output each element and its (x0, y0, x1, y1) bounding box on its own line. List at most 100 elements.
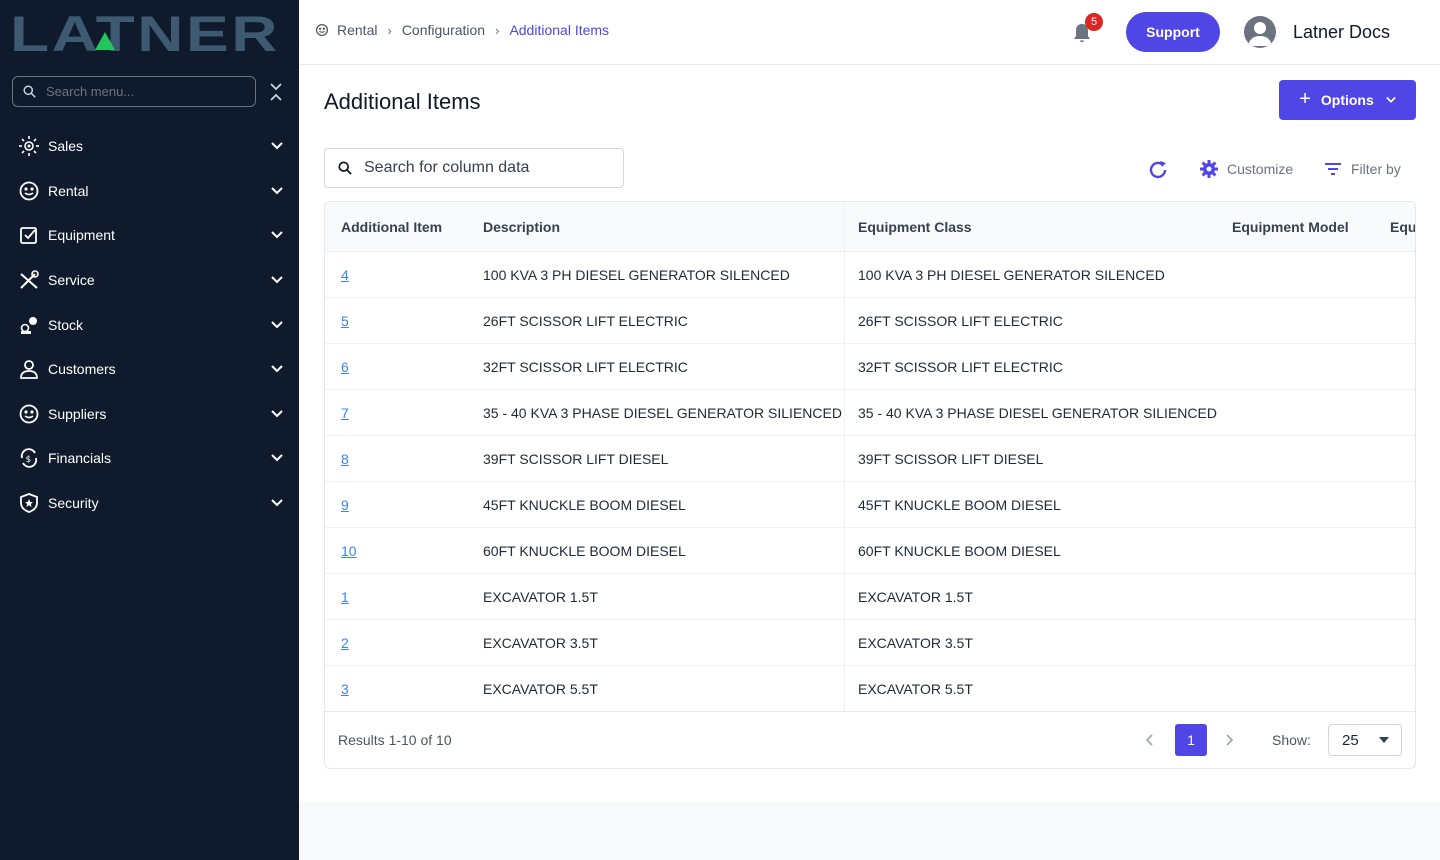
additional-item-link[interactable]: 3 (341, 681, 349, 697)
additional-item-link[interactable]: 7 (341, 405, 349, 421)
equipment-class-cell: 26FT SCISSOR LIFT ELECTRIC (858, 313, 1063, 329)
sidebar-item-financials[interactable]: $ Financials (0, 436, 299, 481)
chevron-right-icon[interactable] (1222, 733, 1236, 747)
options-button[interactable]: + Options (1279, 80, 1416, 120)
equipment-class-cell: 100 KVA 3 PH DIESEL GENERATOR SILENCED (858, 267, 1165, 283)
sidebar-item-label: Service (48, 272, 95, 289)
sidebar-item-stock[interactable]: Stock (0, 302, 299, 347)
additional-item-link[interactable]: 5 (341, 313, 349, 329)
equipment-class-cell: 45FT KNUCKLE BOOM DIESEL (858, 497, 1061, 513)
avatar[interactable] (1244, 16, 1276, 48)
sidebar-item-suppliers[interactable]: Suppliers (0, 392, 299, 437)
collapse-icon[interactable] (269, 82, 283, 102)
equipment-class-cell: 39FT SCISSOR LIFT DIESEL (858, 451, 1044, 467)
additional-item-link[interactable]: 2 (341, 635, 349, 651)
breadcrumb-rental[interactable]: Rental (337, 22, 377, 38)
suppliers-icon (18, 403, 40, 425)
table-row[interactable]: 3 EXCAVATOR 5.5T EXCAVATOR 5.5T (325, 666, 1415, 712)
search-icon (338, 161, 352, 175)
sidebar-item-label: Equipment (48, 227, 115, 244)
options-label: Options (1320, 92, 1374, 108)
sidebar-item-sales[interactable]: Sales (0, 124, 299, 169)
latner-logo[interactable]: LATNER (10, 10, 280, 56)
equipment-class-cell: 32FT SCISSOR LIFT ELECTRIC (858, 359, 1063, 375)
sales-icon (18, 135, 40, 157)
sidebar-item-service[interactable]: Service (0, 258, 299, 303)
table-row[interactable]: 2 EXCAVATOR 3.5T EXCAVATOR 3.5T (325, 620, 1415, 666)
page-number-current[interactable]: 1 (1175, 724, 1207, 756)
menu-search-input[interactable]: Search menu... (12, 76, 256, 107)
filter-label: Filter by (1351, 161, 1401, 177)
gear-icon (1200, 160, 1218, 178)
additional-item-link[interactable]: 1 (341, 589, 349, 605)
support-button[interactable]: Support (1126, 12, 1220, 52)
sidebar-item-label: Sales (48, 138, 84, 155)
column-header-equipment-model[interactable]: Equipment Model (1232, 219, 1349, 235)
breadcrumb-configuration[interactable]: Configuration (402, 22, 485, 38)
chevron-down-icon (271, 231, 283, 239)
customize-button[interactable]: Customize (1199, 159, 1293, 179)
column-header-additional-item[interactable]: Additional Item (341, 219, 442, 235)
description-cell: EXCAVATOR 3.5T (483, 635, 598, 651)
sidebar-item-label: Rental (48, 182, 89, 199)
refresh-icon[interactable] (1147, 159, 1169, 181)
description-cell: 32FT SCISSOR LIFT ELECTRIC (483, 359, 688, 375)
sidebar-item-equipment[interactable]: Equipment (0, 213, 299, 258)
description-cell: 39FT SCISSOR LIFT DIESEL (483, 451, 669, 467)
chevron-left-icon[interactable] (1143, 733, 1157, 747)
table-row[interactable]: 1 EXCAVATOR 1.5T EXCAVATOR 1.5T (325, 574, 1415, 620)
service-icon (18, 269, 40, 291)
data-table: Additional Item Description Equipment Cl… (324, 201, 1416, 769)
description-cell: EXCAVATOR 5.5T (483, 681, 598, 697)
additional-item-link[interactable]: 9 (341, 497, 349, 513)
shield-icon (18, 492, 40, 514)
table-row[interactable]: 5 26FT SCISSOR LIFT ELECTRIC 26FT SCISSOR … (325, 298, 1415, 344)
column-header-equ[interactable]: Equ (1390, 219, 1415, 235)
page-size-value: 25 (1342, 731, 1359, 749)
user-name[interactable]: Latner Docs (1293, 22, 1390, 43)
table-row[interactable]: 7 35 - 40 KVA 3 PHASE DIESEL GENERATOR SI… (325, 390, 1415, 436)
column-header-description[interactable]: Description (483, 219, 560, 235)
breadcrumb-current: Additional Items (509, 22, 610, 38)
sidebar-item-label: Financials (48, 450, 112, 467)
page-title: Additional Items (324, 89, 481, 114)
sidebar-item-rental[interactable]: Rental (0, 169, 299, 214)
description-cell: 60FT KNUCKLE BOOM DIESEL (483, 543, 686, 559)
search-icon (23, 85, 36, 98)
menu-search-placeholder: Search menu... (46, 84, 135, 99)
notification-badge: 5 (1085, 13, 1103, 31)
filter-button[interactable]: Filter by (1323, 159, 1401, 179)
rental-icon (315, 23, 329, 37)
customers-icon (18, 358, 40, 380)
sidebar-item-label: Stock (48, 316, 84, 333)
column-header-equipment-class[interactable]: Equipment Class (858, 219, 972, 235)
table-row[interactable]: 6 32FT SCISSOR LIFT ELECTRIC 32FT SCISSOR … (325, 344, 1415, 390)
additional-item-link[interactable]: 4 (341, 267, 349, 283)
additional-item-link[interactable]: 10 (341, 543, 357, 559)
table-row[interactable]: 9 45FT KNUCKLE BOOM DIESEL 45FT KNUCKLE BO… (325, 482, 1415, 528)
svg-text:LATNER: LATNER (10, 10, 280, 56)
sidebar-item-customers[interactable]: Customers (0, 347, 299, 392)
additional-item-link[interactable]: 6 (341, 359, 349, 375)
equipment-icon (18, 224, 40, 246)
sidebar-item-label: Customers (48, 361, 116, 378)
table-row[interactable]: 8 39FT SCISSOR LIFT DIESEL 39FT SCISSOR LI… (325, 436, 1415, 482)
chevron-down-icon (271, 187, 283, 195)
sidebar-item-security[interactable]: Security (0, 481, 299, 526)
column-search-input[interactable]: Search for column data (324, 148, 624, 188)
table-row[interactable]: 4 100 KVA 3 PH DIESEL GENERATOR SILENCED 1… (325, 252, 1415, 298)
main-content: Additional Items + Options Search for co… (299, 65, 1440, 802)
table-row[interactable]: 10 60FT KNUCKLE BOOM DIESEL 60FT KNUCKLE B… (325, 528, 1415, 574)
chevron-down-icon (271, 142, 283, 150)
table-footer: Results 1-10 of 10 1 Show: 25 (325, 711, 1415, 768)
column-search-placeholder: Search for column data (364, 159, 530, 176)
filter-icon (1325, 163, 1341, 175)
chevron-down-icon (1386, 96, 1396, 103)
results-count: Results 1-10 of 10 (338, 732, 452, 748)
additional-item-link[interactable]: 8 (341, 451, 349, 467)
description-cell: EXCAVATOR 1.5T (483, 589, 598, 605)
page-size-select[interactable]: 25 (1328, 724, 1402, 756)
chevron-right-icon: › (387, 22, 392, 38)
top-header: Rental › Configuration › Additional Item… (299, 0, 1440, 65)
page-size-label: Show: (1272, 732, 1311, 748)
